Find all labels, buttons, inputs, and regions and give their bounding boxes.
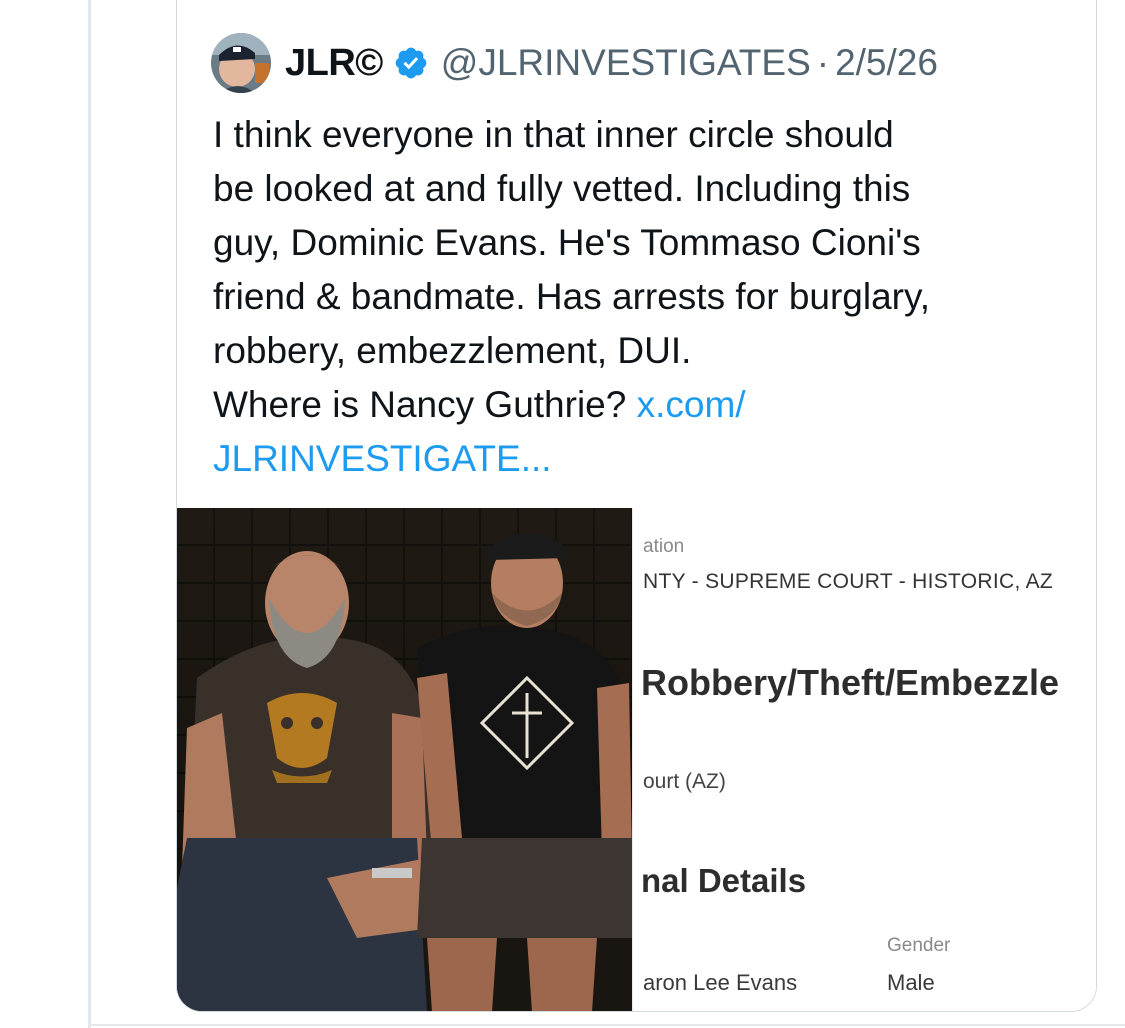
tweet-text-line-last: Where is Nancy Guthrie? x.com/: [213, 378, 1073, 432]
tweet-text-line: guy, Dominic Evans. He's Tommaso Cioni's: [213, 222, 921, 263]
photo-image: [177, 508, 632, 1011]
avatar[interactable]: [211, 33, 271, 93]
record-offense: Robbery/Theft/Embezzle: [641, 662, 1060, 703]
tweet-link-continued[interactable]: JLRINVESTIGATE...: [213, 432, 1073, 486]
tweet-question: Where is Nancy Guthrie?: [213, 384, 627, 425]
tweet-text-line: robbery, embezzlement, DUI.: [213, 330, 692, 371]
record-court-type: ourt (AZ): [643, 770, 726, 793]
record-section-heading: nal Details: [641, 862, 807, 899]
thread-connector-line: [88, 0, 91, 1028]
quoted-tweet-card[interactable]: JLR© @JLRINVESTIGATES · 2/5/26 I think e…: [176, 0, 1097, 1012]
tweet-link[interactable]: x.com/: [637, 384, 746, 425]
record-name-value: aron Lee Evans: [643, 970, 798, 995]
separator-dot: ·: [816, 42, 830, 83]
verified-badge-icon: [395, 47, 427, 79]
tweet-text-line: I think everyone in that inner circle sh…: [213, 114, 894, 155]
tweet-media[interactable]: ation NTY - SUPREME COURT - HISTORIC, AZ…: [177, 508, 1096, 1011]
avatar-photo-icon: [211, 33, 271, 93]
tweet-header: JLR© @JLRINVESTIGATES · 2/5/26: [211, 32, 938, 94]
tweet-text-line: be looked at and fully vetted. Including…: [213, 168, 911, 209]
record-gender-label: Gender: [887, 935, 951, 956]
author-handle[interactable]: @JLRINVESTIGATES: [441, 42, 811, 84]
author-name[interactable]: JLR©: [285, 42, 383, 85]
photo-two-men[interactable]: [177, 508, 632, 1011]
court-record-screenshot[interactable]: ation NTY - SUPREME COURT - HISTORIC, AZ…: [632, 508, 1096, 1011]
divider: [88, 1024, 1125, 1026]
tweet-text: I think everyone in that inner circle sh…: [213, 108, 1073, 486]
tweet-text-line: friend & bandmate. Has arrests for burgl…: [213, 276, 931, 317]
record-location-label: ation: [643, 536, 685, 557]
tweet-date[interactable]: 2/5/26: [835, 42, 938, 84]
record-court-name: NTY - SUPREME COURT - HISTORIC, AZ: [643, 570, 1054, 593]
record-gender-value: Male: [887, 970, 935, 995]
